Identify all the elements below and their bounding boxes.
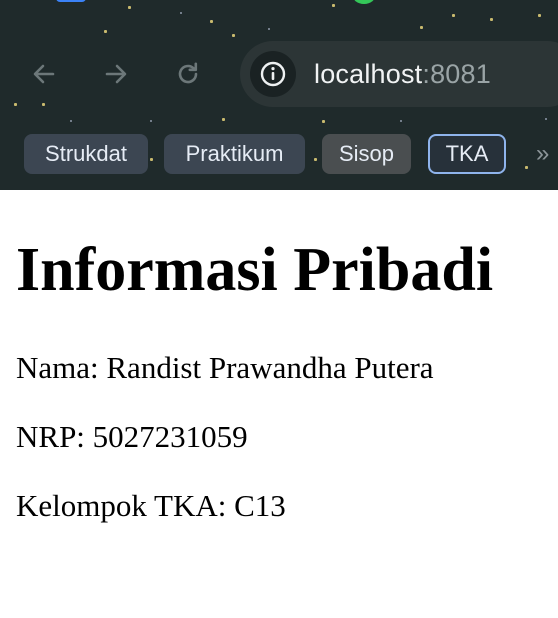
bookmarks-overflow-button[interactable]: » — [536, 140, 549, 168]
tab-strip-remnant — [56, 0, 86, 2]
info-nama: Nama: Randist Prawandha Putera — [16, 350, 434, 385]
bookmark-praktikum[interactable]: Praktikum — [164, 134, 305, 174]
bookmark-tka[interactable]: TKA — [428, 134, 506, 174]
url-host: localhost — [314, 58, 423, 89]
info-kelompok: Kelompok TKA: C13 — [16, 488, 286, 523]
forward-button[interactable] — [98, 56, 134, 92]
back-button[interactable] — [26, 56, 62, 92]
bookmark-sisop[interactable]: Sisop — [322, 134, 411, 174]
bookmark-strukdat[interactable]: Strukdat — [24, 134, 148, 174]
site-info-button[interactable] — [250, 51, 296, 97]
browser-toolbar: localhost:8081 Strukdat Praktikum Sisop … — [0, 0, 558, 190]
site-info-icon — [260, 61, 286, 87]
url-text: localhost:8081 — [314, 59, 491, 90]
page-content: Informasi Pribadi Nama: Randist Prawandh… — [0, 190, 558, 618]
window-control-remnant — [352, 0, 376, 4]
forward-arrow-icon — [105, 64, 127, 84]
reload-button[interactable] — [170, 56, 206, 92]
reload-icon — [178, 62, 198, 84]
back-arrow-icon — [33, 64, 55, 84]
address-bar[interactable]: localhost:8081 — [240, 41, 558, 107]
page-title: Informasi Pribadi — [16, 236, 494, 304]
info-nrp: NRP: 5027231059 — [16, 419, 248, 454]
url-port: :8081 — [422, 58, 491, 89]
